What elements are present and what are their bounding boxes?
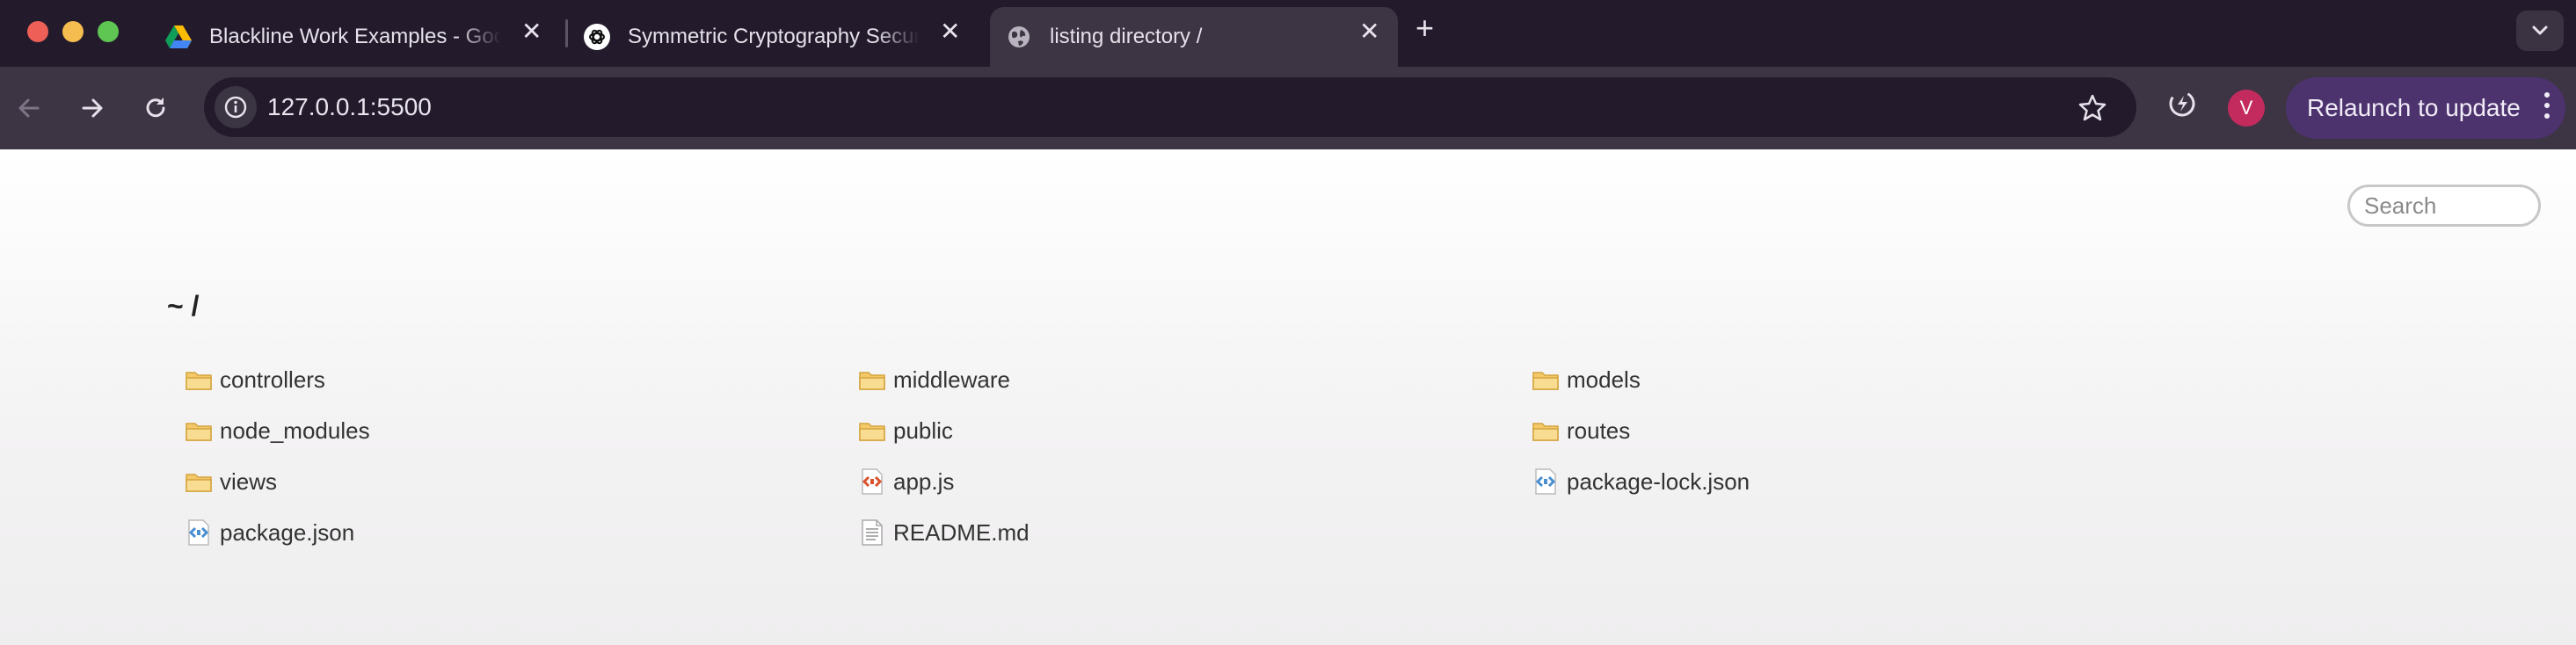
- json-file-icon: [188, 519, 209, 546]
- tab-title: listing directory /: [1050, 25, 1203, 48]
- reload-icon: [146, 98, 165, 118]
- breadcrumb[interactable]: ~ /: [167, 290, 199, 322]
- file-name: app.js: [893, 467, 955, 495]
- file-item-package-lock-json[interactable]: package-lock.json: [1532, 464, 1750, 499]
- new-tab-button[interactable]: +: [1415, 12, 1434, 44]
- tab-search-button[interactable]: [2516, 11, 2564, 51]
- directory-listing-page: ~ / controllers middleware models node_m…: [0, 149, 2576, 645]
- google-drive-icon: [165, 24, 192, 50]
- chevron-down-icon: [2532, 25, 2548, 35]
- site-info-button[interactable]: [215, 86, 257, 128]
- tab-chatgpt[interactable]: Symmetric Cryptography Security ✕: [584, 7, 971, 67]
- file-item-package-json[interactable]: package.json: [185, 515, 354, 550]
- file-item-controllers[interactable]: controllers: [185, 362, 325, 397]
- maximize-window-button[interactable]: [98, 21, 119, 42]
- arrow-left-icon: [18, 98, 40, 118]
- file-name: middleware: [893, 366, 1010, 393]
- file-item-views[interactable]: views: [185, 464, 277, 499]
- chatgpt-icon: [584, 24, 610, 50]
- file-name: README.md: [893, 518, 1030, 546]
- close-window-button[interactable]: [27, 21, 48, 42]
- file-item-public[interactable]: public: [858, 413, 953, 448]
- forward-button[interactable]: [72, 88, 113, 128]
- file-name: routes: [1567, 417, 1631, 444]
- relaunch-label: Relaunch to update: [2307, 94, 2521, 121]
- bookmark-star-icon[interactable]: [2078, 93, 2107, 126]
- folder-icon: [859, 372, 885, 390]
- relaunch-to-update-button[interactable]: Relaunch to update: [2286, 77, 2565, 139]
- file-name: package-lock.json: [1567, 467, 1750, 495]
- file-name: views: [220, 467, 278, 495]
- search-input[interactable]: [2347, 185, 2541, 227]
- minimize-window-button[interactable]: [62, 21, 84, 42]
- folder-icon: [186, 423, 212, 441]
- file-item-models[interactable]: models: [1532, 362, 1641, 397]
- file-name: public: [893, 417, 953, 444]
- back-button[interactable]: [9, 88, 49, 128]
- globe-icon: [1006, 24, 1032, 50]
- file-item-routes[interactable]: routes: [1532, 413, 1630, 448]
- close-tab-icon[interactable]: ✕: [940, 19, 960, 44]
- text-file-icon: [862, 519, 883, 546]
- more-menu-icon[interactable]: [2544, 92, 2550, 124]
- folder-icon: [1532, 372, 1559, 390]
- folder-icon: [186, 372, 212, 390]
- arrow-right-icon: [82, 98, 103, 118]
- file-name: controllers: [220, 366, 325, 393]
- tab-separator: [565, 19, 568, 47]
- tab-title: Blackline Work Examples - Google Drive: [209, 25, 501, 48]
- file-name: node_modules: [220, 417, 370, 444]
- file-item-app-js[interactable]: app.js: [858, 464, 954, 499]
- url-text[interactable]: 127.0.0.1:5500: [267, 93, 432, 121]
- folder-icon: [186, 474, 212, 492]
- reload-button[interactable]: [135, 88, 176, 128]
- file-name: package.json: [220, 518, 355, 546]
- tab-title: Symmetric Cryptography Security: [628, 25, 920, 48]
- tab-listing-directory[interactable]: listing directory / ✕: [990, 7, 1398, 67]
- file-item-node-modules[interactable]: node_modules: [185, 413, 370, 448]
- profile-avatar[interactable]: V: [2228, 90, 2265, 127]
- file-item-readme-md[interactable]: README.md: [858, 515, 1030, 550]
- close-tab-icon[interactable]: ✕: [521, 19, 542, 44]
- tab-strip: Blackline Work Examples - Google Drive ✕…: [0, 0, 2576, 67]
- javascript-file-icon: [862, 468, 883, 495]
- info-icon: [224, 96, 247, 119]
- close-tab-icon[interactable]: ✕: [1359, 19, 1379, 44]
- folder-icon: [1532, 423, 1559, 441]
- address-bar[interactable]: 127.0.0.1:5500: [204, 77, 2136, 137]
- file-item-middleware[interactable]: middleware: [858, 362, 1010, 397]
- json-file-icon: [1535, 468, 1556, 495]
- folder-icon: [859, 423, 885, 441]
- browser-toolbar: 127.0.0.1:5500 V Relaunch to update: [0, 67, 2576, 149]
- performance-icon[interactable]: [2165, 86, 2200, 126]
- file-name: models: [1567, 366, 1641, 393]
- tab-google-drive[interactable]: Blackline Work Examples - Google Drive ✕: [165, 7, 552, 67]
